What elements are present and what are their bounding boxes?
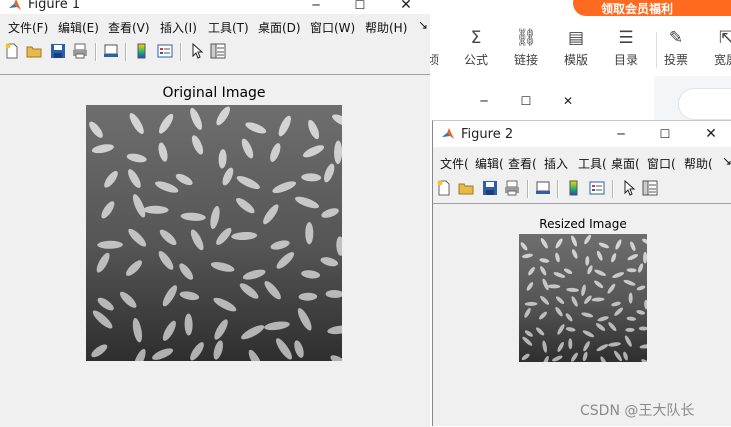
menu-edit[interactable]: 编辑(E) bbox=[58, 19, 99, 36]
ribbon-item-vote[interactable]: ✎ 投票 bbox=[655, 28, 697, 68]
menu-view[interactable]: 查看( bbox=[508, 155, 537, 172]
maximize-icon[interactable]: ☐ bbox=[655, 127, 675, 141]
colorbar-icon[interactable] bbox=[566, 180, 582, 196]
figure2-title: Figure 2 bbox=[461, 127, 514, 142]
template-icon: ▤ bbox=[567, 28, 585, 48]
minimize-icon[interactable]: ─ bbox=[611, 127, 631, 141]
figure1-window: Figure 1 ─ ☐ ✕ 文件(F) 编辑(E) 查看(V) 插入(I) 工… bbox=[0, 0, 430, 427]
new-figure-icon[interactable] bbox=[4, 43, 20, 59]
figure1-axes-title: Original Image bbox=[162, 85, 266, 101]
rice-grain bbox=[628, 292, 633, 304]
maximize-icon[interactable]: ☐ bbox=[350, 0, 370, 12]
csdn-watermark: CSDN @王大队长 bbox=[580, 403, 695, 419]
maximize-icon[interactable]: ☐ bbox=[516, 94, 536, 108]
vote-icon: ✎ bbox=[668, 28, 684, 48]
close-icon[interactable]: ✕ bbox=[701, 127, 721, 141]
toolbar-separator bbox=[557, 180, 559, 198]
legend-icon[interactable] bbox=[589, 180, 605, 196]
legend-icon[interactable] bbox=[157, 43, 173, 59]
link-icon: ⛓ bbox=[515, 28, 537, 48]
toolbar-separator bbox=[95, 43, 97, 61]
figure1-menubar: 文件(F) 编辑(E) 查看(V) 插入(I) 工具(T) 桌面(D) 窗口(W… bbox=[0, 14, 430, 38]
pointer-icon[interactable] bbox=[189, 43, 205, 59]
colorbar-icon[interactable] bbox=[134, 43, 150, 59]
new-figure-icon[interactable] bbox=[436, 180, 452, 196]
menu-file[interactable]: 文件( bbox=[440, 155, 469, 172]
menu-view[interactable]: 查看(V) bbox=[108, 19, 150, 36]
property-editor-icon[interactable] bbox=[210, 43, 226, 59]
close-icon[interactable]: ✕ bbox=[558, 94, 578, 108]
menu-edit[interactable]: 编辑( bbox=[475, 155, 504, 172]
minimize-icon[interactable]: ─ bbox=[306, 0, 326, 12]
menu-desktop[interactable]: 桌面( bbox=[611, 155, 640, 172]
menu-insert[interactable]: 插入 bbox=[544, 155, 568, 172]
link-plot-icon[interactable] bbox=[535, 180, 551, 196]
ribbon-item-formula[interactable]: Σ 公式 bbox=[455, 28, 497, 68]
promo-banner[interactable]: 领取会员福利 bbox=[573, 0, 731, 16]
figure2-menubar: 文件( 编辑( 查看( 插入 工具( 桌面( 窗口( 帮助( ↘ bbox=[433, 147, 731, 177]
figure2-titlebar: Figure 2 ─ ☐ ✕ bbox=[433, 121, 731, 147]
toolbar-separator bbox=[125, 43, 127, 61]
print-icon[interactable] bbox=[72, 43, 88, 59]
open-file-icon[interactable] bbox=[26, 43, 42, 59]
close-icon[interactable]: ✕ bbox=[396, 0, 416, 12]
menu-help[interactable]: 帮助( bbox=[684, 155, 713, 172]
menu-tools[interactable]: 工具(T) bbox=[208, 19, 249, 36]
menu-overflow-icon[interactable]: ↘ bbox=[722, 154, 731, 168]
menu-file[interactable]: 文件(F) bbox=[8, 19, 48, 36]
menu-help[interactable]: 帮助(H) bbox=[365, 19, 407, 36]
wide-icon: ⇱ bbox=[718, 28, 731, 48]
sigma-icon: Σ bbox=[470, 28, 482, 48]
figure1-title: Figure 1 bbox=[28, 0, 81, 12]
minimize-icon[interactable]: ─ bbox=[474, 94, 494, 108]
open-file-icon[interactable] bbox=[458, 180, 474, 196]
toolbar-rule bbox=[0, 74, 430, 75]
menu-window[interactable]: 窗口( bbox=[647, 155, 676, 172]
ribbon-item-toc[interactable]: ☰ 目录 bbox=[605, 28, 647, 68]
figure2-toolbar bbox=[433, 177, 731, 203]
rice-grain bbox=[305, 222, 314, 245]
background-search-pill[interactable] bbox=[678, 88, 731, 120]
link-plot-icon[interactable] bbox=[103, 43, 119, 59]
menu-tools[interactable]: 工具( bbox=[578, 155, 607, 172]
pointer-icon[interactable] bbox=[621, 180, 637, 196]
menu-insert[interactable]: 插入(I) bbox=[160, 19, 197, 36]
figure1-titlebar: Figure 1 ─ ☐ ✕ bbox=[0, 0, 430, 14]
toolbar-separator bbox=[180, 43, 182, 61]
figure1-toolbar bbox=[0, 38, 430, 66]
ribbon-item-wide[interactable]: ⇱ 宽屏 bbox=[705, 28, 731, 68]
matlab-logo-icon bbox=[442, 128, 454, 139]
menu-desktop[interactable]: 桌面(D) bbox=[258, 19, 301, 36]
matlab-logo-icon bbox=[9, 0, 21, 10]
ribbon-item-link[interactable]: ⛓ 链接 bbox=[505, 28, 547, 68]
promo-banner-label: 领取会员福利 bbox=[601, 2, 674, 16]
figure2-axes-title: Resized Image bbox=[539, 217, 627, 231]
save-icon[interactable] bbox=[482, 180, 498, 196]
resized-rice-image bbox=[519, 234, 647, 362]
ribbon-item-template[interactable]: ▤ 模版 bbox=[555, 28, 597, 68]
toc-icon: ☰ bbox=[618, 28, 634, 48]
toolbar-separator bbox=[612, 180, 614, 198]
original-rice-image bbox=[86, 105, 342, 361]
figure2-window: Figure 2 ─ ☐ ✕ 文件( 编辑( 查看( 插入 工具( 桌面( 窗口… bbox=[432, 120, 731, 426]
property-editor-icon[interactable] bbox=[642, 180, 658, 196]
toolbar-separator bbox=[527, 180, 529, 198]
background-window-titlebar: ─ ☐ ✕ bbox=[432, 84, 654, 120]
toolbar-rule bbox=[433, 203, 731, 204]
menu-window[interactable]: 窗口(W) bbox=[310, 19, 355, 36]
menu-overflow-icon[interactable]: ↘ bbox=[418, 18, 428, 32]
print-icon[interactable] bbox=[504, 180, 520, 196]
save-icon[interactable] bbox=[50, 43, 66, 59]
